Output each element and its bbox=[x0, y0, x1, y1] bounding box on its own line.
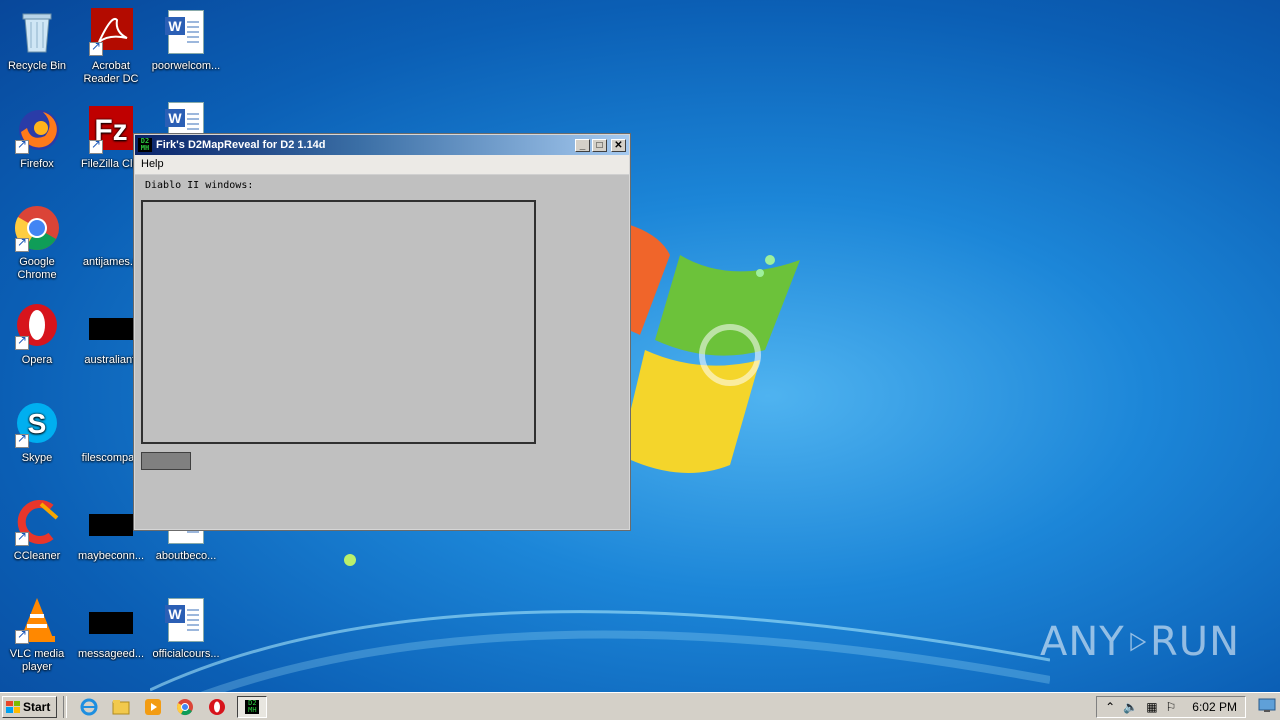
document-icon bbox=[87, 596, 135, 644]
shortcut-arrow-icon bbox=[15, 334, 29, 350]
clock[interactable]: 6:02 PM bbox=[1192, 700, 1237, 714]
desktop-icon-recycle-bin[interactable]: Recycle Bin bbox=[0, 8, 74, 73]
maximize-button[interactable]: □ bbox=[592, 138, 607, 152]
desktop-icon-label: CCleaner bbox=[13, 550, 61, 562]
play-icon bbox=[1130, 632, 1146, 652]
minimize-button[interactable]: _ bbox=[575, 138, 590, 152]
firefox-icon bbox=[13, 106, 61, 154]
shortcut-arrow-icon bbox=[15, 628, 29, 644]
wallpaper-light-streak bbox=[150, 554, 1050, 700]
chrome-icon bbox=[13, 204, 61, 252]
desktop-icon-label: Recycle Bin bbox=[7, 60, 67, 72]
window-titlebar[interactable]: D2 MH Firk's D2MapReveal for D2 1.14d _ … bbox=[135, 135, 629, 155]
recycle-bin-icon bbox=[13, 8, 61, 56]
d2mapreveal-window[interactable]: D2 MH Firk's D2MapReveal for D2 1.14d _ … bbox=[133, 133, 631, 531]
vlc-icon bbox=[13, 596, 61, 644]
skype-icon: S bbox=[13, 400, 61, 448]
d2mapreveal-icon: D2 MH bbox=[245, 699, 260, 714]
chrome-icon[interactable] bbox=[175, 697, 195, 717]
shortcut-arrow-icon bbox=[15, 236, 29, 252]
system-tray: ⌃ 🔈 ▦ ⚐ 6:02 PM bbox=[1096, 696, 1246, 718]
desktop-icon-officialcours[interactable]: W officialcours... bbox=[149, 596, 223, 661]
desktop-icon-poorwelcom[interactable]: W poorwelcom... bbox=[149, 8, 223, 73]
diablo-windows-label: Diablo II windows: bbox=[145, 180, 254, 191]
shortcut-arrow-icon bbox=[15, 138, 29, 154]
media-player-icon[interactable] bbox=[143, 697, 163, 717]
start-label: Start bbox=[23, 699, 51, 714]
opera-icon[interactable] bbox=[207, 697, 227, 717]
action-center-flag-icon[interactable]: ⚐ bbox=[1166, 700, 1177, 714]
watermark-text-right: RUN bbox=[1150, 619, 1240, 665]
svg-text:S: S bbox=[28, 408, 47, 439]
anyrun-watermark: ANY RUN bbox=[1040, 612, 1240, 672]
desktop-icon-google-chrome[interactable]: Google Chrome bbox=[0, 204, 74, 282]
window-title: Firk's D2MapReveal for D2 1.14d bbox=[156, 139, 326, 151]
document-icon bbox=[87, 204, 135, 252]
desktop-icon-skype[interactable]: S Skype bbox=[0, 400, 74, 465]
word-document-icon: W bbox=[162, 8, 210, 56]
desktop-icon-label: aboutbeco... bbox=[155, 550, 217, 562]
action-button[interactable] bbox=[141, 452, 191, 470]
volume-icon[interactable]: 🔈 bbox=[1123, 700, 1138, 714]
desktop-icon-label: Google Chrome bbox=[17, 256, 57, 281]
desktop-icon-label: Skype bbox=[21, 452, 53, 464]
desktop-icon-label: poorwelcom... bbox=[151, 60, 221, 72]
d2mapreveal-icon: D2 MH bbox=[138, 138, 152, 152]
ccleaner-icon bbox=[13, 498, 61, 546]
desktop-icon-label: officialcours... bbox=[152, 648, 220, 660]
diablo-windows-list[interactable] bbox=[141, 200, 536, 444]
shortcut-arrow-icon bbox=[89, 138, 103, 154]
desktop-icon-acrobat-reader[interactable]: Acrobat Reader DC bbox=[74, 8, 148, 86]
word-document-icon: W bbox=[162, 596, 210, 644]
document-icon bbox=[87, 302, 135, 350]
document-icon bbox=[87, 400, 135, 448]
taskbar-separator bbox=[63, 695, 68, 718]
desktop-icon-label: maybeconn... bbox=[77, 550, 145, 562]
opera-icon bbox=[13, 302, 61, 350]
show-desktop-icon[interactable] bbox=[1258, 697, 1278, 717]
internet-explorer-icon[interactable] bbox=[79, 697, 99, 717]
desktop-icon-ccleaner[interactable]: CCleaner bbox=[0, 498, 74, 563]
desktop-icon-label: Firefox bbox=[20, 158, 54, 170]
windows-flag-icon bbox=[6, 700, 20, 713]
desktop-icon-vlc[interactable]: VLC media player bbox=[0, 596, 74, 674]
taskbar: Start D2 MH ⌃ 🔈 ▦ ⚐ 6:02 PM bbox=[0, 692, 1280, 720]
file-explorer-icon[interactable] bbox=[111, 697, 131, 717]
desktop-icon-label: VLC media player bbox=[9, 648, 65, 673]
menu-bar: Help bbox=[135, 155, 629, 175]
start-button[interactable]: Start bbox=[2, 695, 58, 718]
watermark-text-left: ANY bbox=[1040, 619, 1125, 665]
filezilla-icon: Fz bbox=[87, 106, 135, 154]
windows-wallpaper-logo bbox=[600, 225, 800, 473]
desktop-icon-firefox[interactable]: Firefox bbox=[0, 106, 74, 171]
acrobat-reader-icon bbox=[87, 8, 135, 56]
desktop-icon-label: messageed... bbox=[77, 648, 145, 660]
network-icon[interactable]: ▦ bbox=[1146, 700, 1157, 714]
document-icon bbox=[87, 498, 135, 546]
close-button[interactable]: ✕ bbox=[611, 138, 626, 152]
desktop-icon-label: Acrobat Reader DC bbox=[83, 60, 139, 85]
desktop-icon-opera[interactable]: Opera bbox=[0, 302, 74, 367]
shortcut-arrow-icon bbox=[15, 432, 29, 448]
desktop-icon-messageed[interactable]: messageed... bbox=[74, 596, 148, 661]
shortcut-arrow-icon bbox=[89, 40, 103, 56]
desktop-icon-label: Opera bbox=[21, 354, 53, 366]
show-hidden-icons-icon[interactable]: ⌃ bbox=[1105, 700, 1115, 714]
shortcut-arrow-icon bbox=[15, 530, 29, 546]
taskbar-d2mapreveal-button[interactable]: D2 MH bbox=[237, 695, 268, 718]
menu-help[interactable]: Help bbox=[135, 155, 170, 173]
